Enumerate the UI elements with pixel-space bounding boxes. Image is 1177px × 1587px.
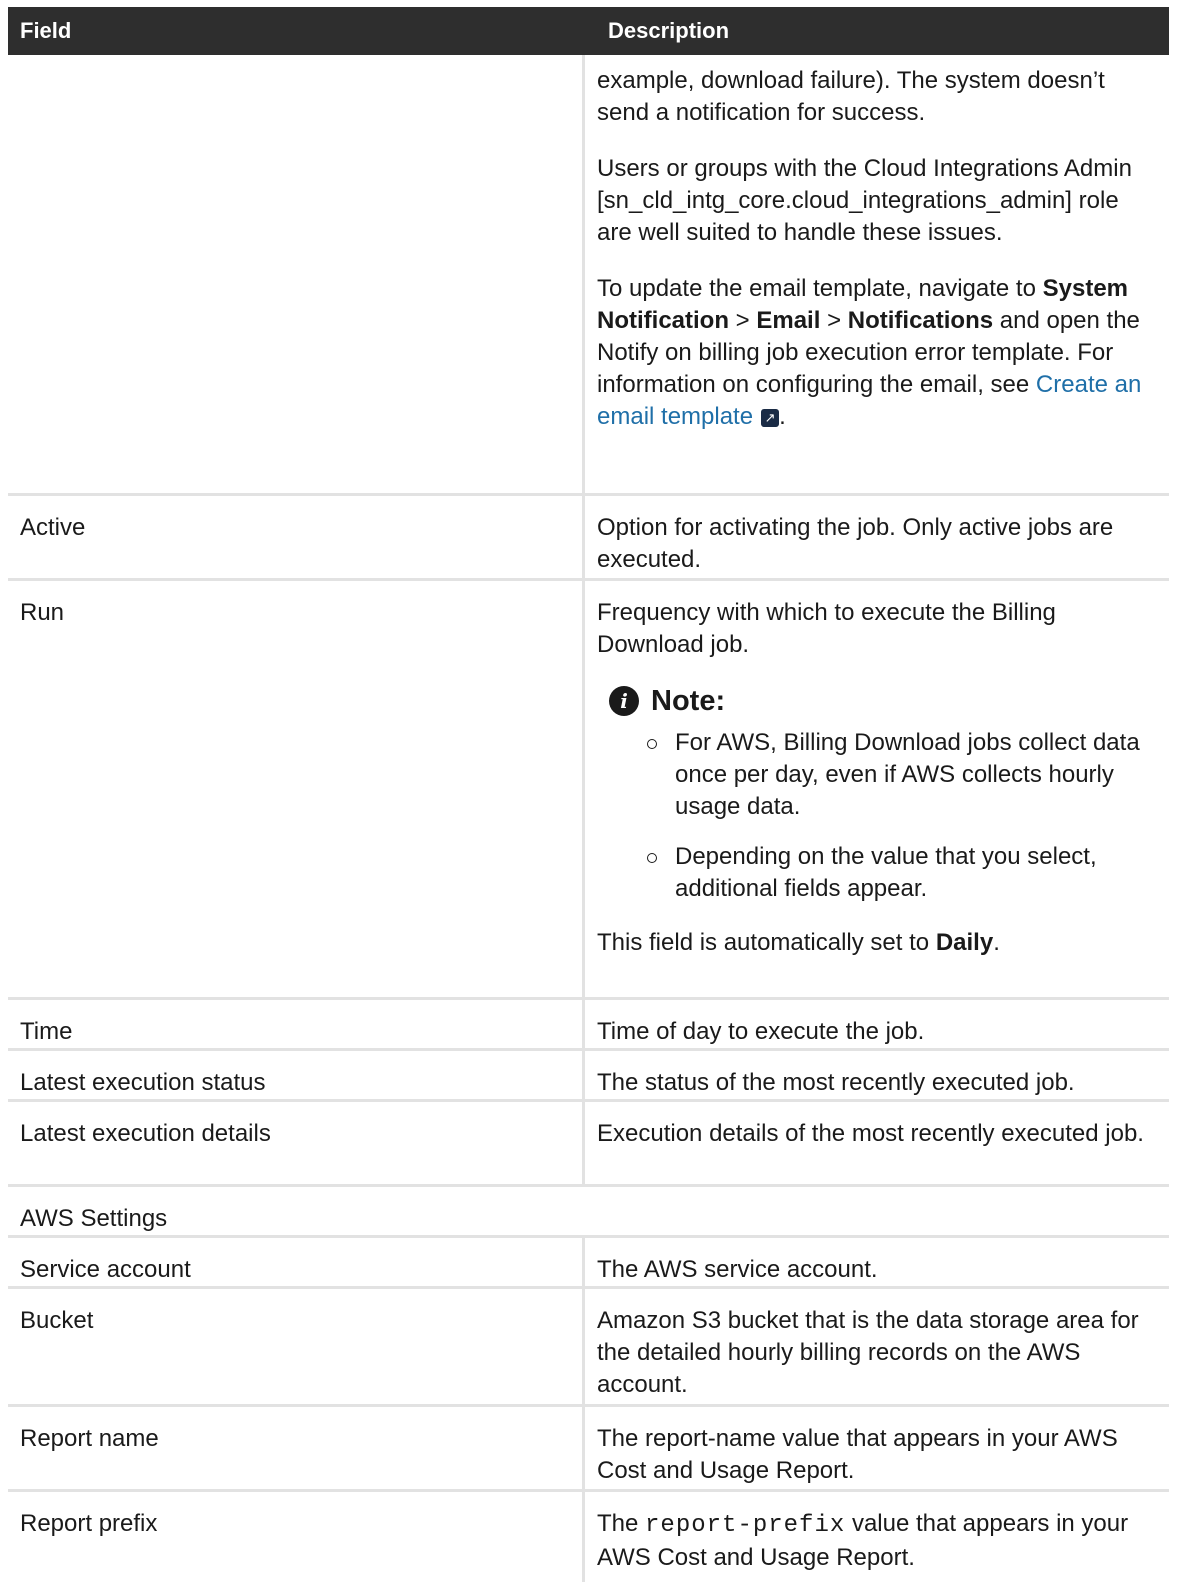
template-text: To update the email template, navigate t… [597, 275, 1142, 430]
description-cell: The report-name value that appears in yo… [597, 1425, 1118, 1484]
list-item: For AWS, Billing Download jobs collect d… [645, 727, 1157, 823]
header-field: Field [20, 18, 72, 43]
field-cell: Active [8, 496, 585, 578]
auto-set-text: This field is automatically set to Daily… [597, 929, 1000, 956]
table-row: Latest execution details Execution detai… [8, 1102, 1169, 1187]
field-cell: Report name [8, 1407, 585, 1489]
section-row: AWS Settings [8, 1187, 1169, 1238]
fields-table: Field Description example, download fail… [8, 7, 1169, 1582]
report-prefix-code: report-prefix [645, 1512, 846, 1539]
description-cell: Time of day to execute the job. [597, 1018, 925, 1045]
description-cell: Frequency with which to execute the Bill… [585, 581, 1169, 997]
info-icon: i [609, 686, 639, 716]
role-text: Users or groups with the Cloud Integrati… [597, 155, 1132, 246]
table-row: Latest execution status The status of th… [8, 1051, 1169, 1102]
external-link-icon[interactable]: ↗ [761, 409, 780, 427]
table-row: example, download failure). The system d… [8, 55, 1169, 496]
table-header: Field Description [8, 7, 1169, 55]
field-cell: Latest execution status [8, 1051, 585, 1099]
daily-value: Daily [935, 929, 994, 956]
table-row: Bucket Amazon S3 bucket that is the data… [8, 1289, 1169, 1407]
field-cell: Report prefix [8, 1492, 585, 1582]
field-cell: Time [8, 1000, 585, 1048]
description-cell: Option for activating the job. Only acti… [597, 514, 1114, 573]
description-cell: The report-prefix value that appears in … [597, 1510, 1129, 1571]
note-title: Note: [651, 685, 726, 717]
field-cell: Bucket [8, 1289, 585, 1404]
field-cell: Service account [8, 1238, 585, 1286]
field-cell: Run [8, 581, 585, 997]
description-cell: The status of the most recently executed… [597, 1069, 1075, 1096]
field-cell [8, 55, 585, 493]
note-list: For AWS, Billing Download jobs collect d… [597, 727, 1157, 905]
table-row: Report name The report-name value that a… [8, 1407, 1169, 1492]
run-description: Frequency with which to execute the Bill… [597, 599, 1056, 658]
description-cell: Amazon S3 bucket that is the data storag… [597, 1307, 1139, 1398]
note-heading: i Note: [609, 685, 1157, 717]
description-cell: Execution details of the most recently e… [597, 1120, 1144, 1147]
description-cell: The AWS service account. [597, 1256, 878, 1283]
list-item: Depending on the value that you select, … [645, 841, 1157, 905]
menu-path-email: Email [756, 307, 821, 334]
table-row: Time Time of day to execute the job. [8, 1000, 1169, 1051]
notification-text: example, download failure). The system d… [597, 67, 1105, 126]
menu-path-notifications: Notifications [847, 307, 994, 334]
table-row: Run Frequency with which to execute the … [8, 581, 1169, 1000]
section-label: AWS Settings [20, 1205, 168, 1232]
field-cell: Latest execution details [8, 1102, 585, 1184]
header-description: Description [608, 18, 730, 43]
table-row: Service account The AWS service account. [8, 1238, 1169, 1289]
table-row: Active Option for activating the job. On… [8, 496, 1169, 581]
description-cell: example, download failure). The system d… [585, 55, 1169, 493]
table-row: Report prefix The report-prefix value th… [8, 1492, 1169, 1582]
